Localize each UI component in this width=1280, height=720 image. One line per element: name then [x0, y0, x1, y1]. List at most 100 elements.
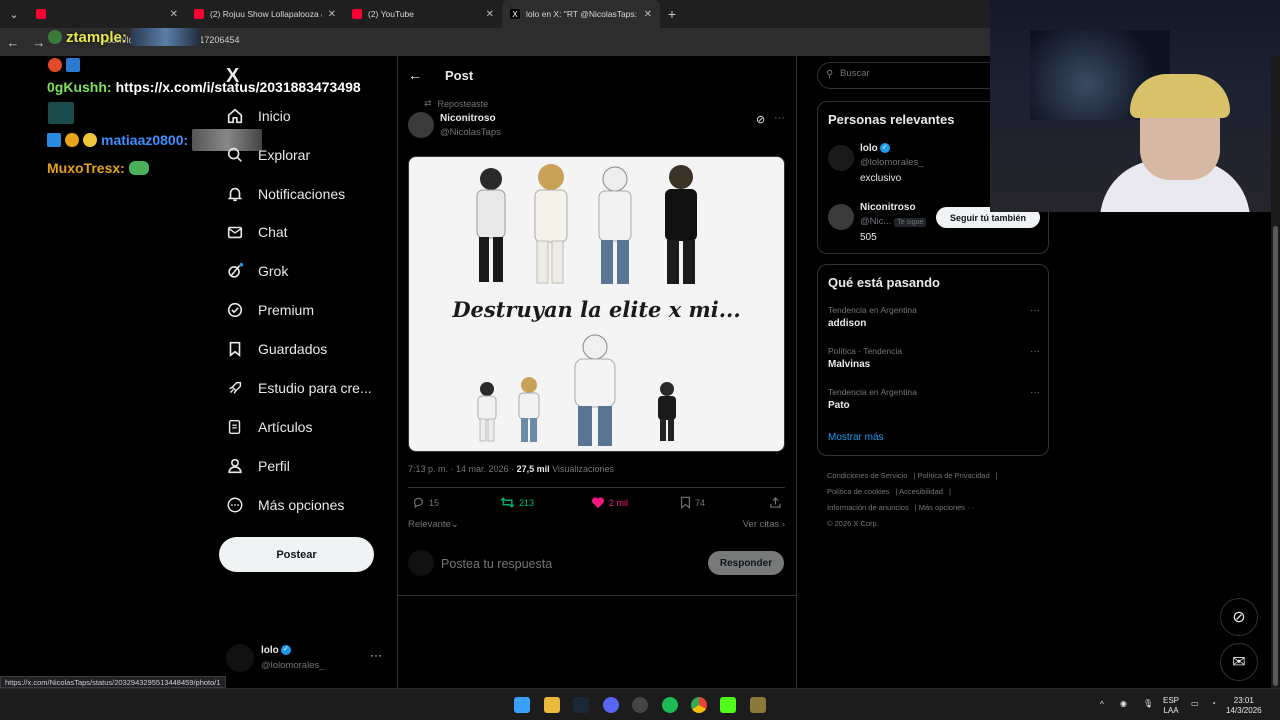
nav-item-estudio[interactable]: Estudio para cre... — [226, 373, 372, 403]
chat-username: ztample: — [66, 28, 127, 46]
browser-tab-3[interactable]: (2) YouTube ✕ — [344, 0, 502, 28]
sort-label: Relevante — [408, 519, 451, 530]
reply-composer: Responder — [408, 548, 785, 580]
account-name-text: lolo — [261, 645, 279, 656]
more-icon[interactable]: ··· — [370, 648, 382, 662]
chat-username: 0gKushh: — [47, 79, 112, 95]
person-handle: @lolomorales_ — [860, 157, 924, 168]
nav-item-grok[interactable]: Grok — [226, 256, 288, 286]
discord-icon[interactable] — [603, 697, 619, 713]
kick-icon[interactable] — [720, 697, 736, 713]
wifi-icon[interactable]: ◔ — [1211, 699, 1216, 709]
footer-link[interactable]: Condiciones de Servicio — [827, 471, 907, 480]
footer-link[interactable]: Política de cookies — [827, 487, 890, 496]
author-handle[interactable]: @NicolasTaps — [440, 127, 501, 138]
display-icon[interactable]: ▭ — [1191, 699, 1199, 709]
nav-item-notificaciones[interactable]: Notificaciones — [226, 179, 345, 209]
avatar — [226, 644, 254, 672]
badge-emote-icon — [65, 133, 79, 147]
language-indicator[interactable]: ESP LAA — [1163, 696, 1179, 716]
scrollbar-thumb[interactable] — [1273, 226, 1278, 686]
post-button[interactable]: Postear — [219, 537, 374, 572]
author-avatar[interactable] — [408, 112, 434, 138]
nav-item-inicio[interactable]: Inicio — [226, 101, 291, 131]
nav-item-chat[interactable]: Chat — [226, 217, 288, 247]
bookmark-icon — [681, 496, 690, 509]
footer-link[interactable]: Más opciones ··· — [919, 503, 975, 512]
more-icon[interactable]: ··· — [1030, 387, 1040, 398]
tray-chevron-icon[interactable]: ^ — [1100, 700, 1104, 710]
repost-button[interactable]: 213 — [500, 496, 534, 509]
nav-item-explorar[interactable]: Explorar — [226, 140, 310, 170]
status-url: https://x.com/NicolasTaps/status/2032943… — [0, 676, 226, 688]
tab-search-chevron-icon[interactable]: ⌄ — [0, 0, 28, 28]
post-header: ← Post — [398, 56, 796, 96]
nav-item-mas-opciones[interactable]: Más opciones — [226, 490, 344, 520]
close-tab-icon[interactable]: ✕ — [486, 9, 494, 20]
avatar[interactable] — [828, 204, 854, 230]
spotify-icon[interactable] — [662, 697, 678, 713]
trend-item[interactable]: Tendencia en Argentina addison ··· — [828, 305, 1040, 341]
author-name[interactable]: Niconitroso — [440, 113, 496, 124]
search-icon — [227, 147, 242, 162]
more-icon[interactable]: ··· — [1030, 346, 1040, 357]
chat-emotes-row — [48, 58, 80, 72]
sort-dropdown[interactable]: Relevante⌄ — [408, 519, 459, 530]
close-tab-icon[interactable]: ✕ — [328, 9, 336, 20]
tab-label: (2) YouTube — [368, 9, 414, 19]
nav-item-premium[interactable]: Premium — [226, 295, 314, 325]
grok-icon[interactable]: ⊘ — [756, 113, 765, 126]
browser-tab-4-active[interactable]: X lolo en X: "RT @NicolasTaps: ht ✕ — [502, 0, 660, 28]
trend-context: Política · Tendencia — [828, 346, 903, 356]
microphone-icon[interactable]: 🎙 — [1143, 699, 1153, 709]
browser-tab-2[interactable]: (2) Rojuu Show Lollapalooza ar ✕ — [186, 0, 344, 28]
avatar[interactable] — [828, 145, 854, 171]
trend-name: addison — [828, 318, 867, 329]
show-more-link[interactable]: Mostrar más — [828, 432, 884, 443]
post-timestamp[interactable]: 7:13 p. m. · 14 mar. 2026 · — [408, 464, 517, 474]
like-button[interactable]: 2 mil — [591, 496, 628, 509]
post-image[interactable]: Destruyan la elite x mi... — [408, 156, 785, 452]
messages-floating-icon[interactable]: ✉ — [1220, 643, 1258, 681]
footer-link[interactable]: Información de anuncios — [827, 503, 909, 512]
grok-floating-icon[interactable]: ⊘ — [1220, 598, 1258, 636]
more-icon[interactable]: ··· — [1030, 305, 1040, 316]
close-tab-icon[interactable]: ✕ — [170, 9, 178, 20]
back-arrow-icon[interactable]: ← — [408, 67, 422, 83]
start-icon[interactable] — [514, 697, 530, 713]
trend-item[interactable]: Política · Tendencia Malvinas ··· — [828, 346, 1040, 382]
footer-link[interactable]: Accesibilidad — [899, 487, 943, 496]
trend-item[interactable]: Tendencia en Argentina Pato ··· — [828, 387, 1040, 423]
share-button[interactable] — [769, 496, 782, 509]
x-favicon-icon: X — [510, 9, 520, 19]
verified-icon — [227, 302, 243, 318]
app-icon[interactable] — [750, 697, 766, 713]
copyright: © 2026 X Corp. — [827, 519, 879, 528]
file-explorer-icon[interactable] — [544, 697, 560, 713]
browser-tab-1[interactable]: ✕ — [28, 0, 186, 28]
clock[interactable]: 23:01 14/3/2026 — [1226, 696, 1262, 716]
view-quotes-link[interactable]: Ver citas › — [743, 519, 785, 530]
frog-emote-icon — [128, 161, 149, 175]
trend-context: Tendencia en Argentina — [828, 387, 917, 397]
close-tab-icon[interactable]: ✕ — [644, 9, 652, 20]
x-logo[interactable]: X — [226, 66, 246, 86]
account-switcher[interactable]: lolo ✓ @lolomorales_ ··· — [226, 642, 386, 674]
page-scrollbar[interactable] — [1271, 56, 1280, 688]
new-tab-icon[interactable]: + — [660, 6, 684, 22]
network-shield-icon[interactable]: ◉ — [1120, 699, 1127, 709]
more-icon[interactable]: ··· — [774, 112, 785, 124]
back-icon[interactable]: ← — [0, 35, 26, 50]
footer-links: Condiciones de Servicio | Política de Pri… — [827, 471, 998, 528]
reply-input[interactable] — [441, 550, 701, 578]
obs-icon[interactable] — [632, 697, 648, 713]
footer-link[interactable]: Política de Privacidad — [918, 471, 990, 480]
reply-submit-button[interactable]: Responder — [708, 551, 784, 575]
chrome-icon[interactable] — [691, 697, 707, 713]
nav-item-articulos[interactable]: Artículos — [226, 412, 312, 442]
nav-item-guardados[interactable]: Guardados — [226, 334, 327, 364]
bookmark-button[interactable]: 74 — [680, 496, 705, 509]
nav-item-perfil[interactable]: Perfil — [226, 451, 290, 481]
reply-button[interactable]: 15 — [412, 496, 439, 509]
steam-icon[interactable] — [573, 697, 589, 713]
